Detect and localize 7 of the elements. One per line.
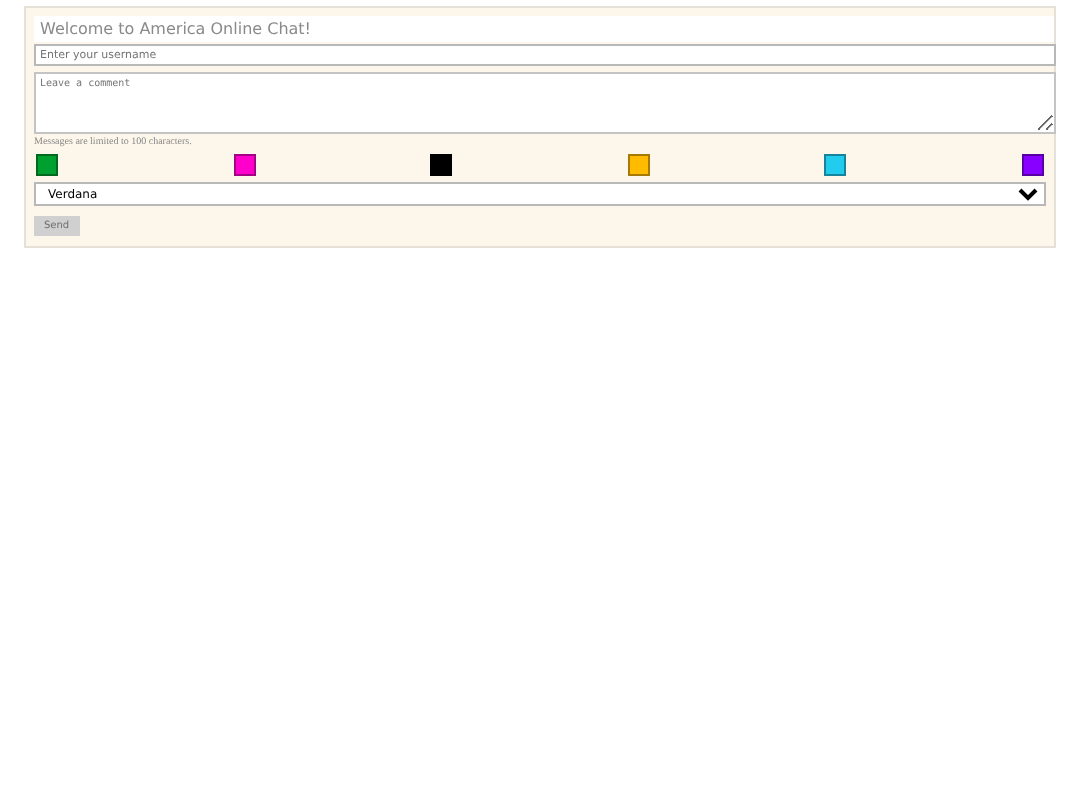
color-swatch[interactable] — [1021, 154, 1044, 176]
color-swatch[interactable] — [36, 154, 58, 176]
color-swatch[interactable] — [233, 154, 256, 176]
chat-title: Welcome to America Online Chat! — [34, 16, 1054, 42]
color-swatch[interactable] — [824, 154, 847, 176]
color-swatch[interactable] — [430, 154, 453, 176]
color-swatch[interactable] — [627, 154, 650, 176]
